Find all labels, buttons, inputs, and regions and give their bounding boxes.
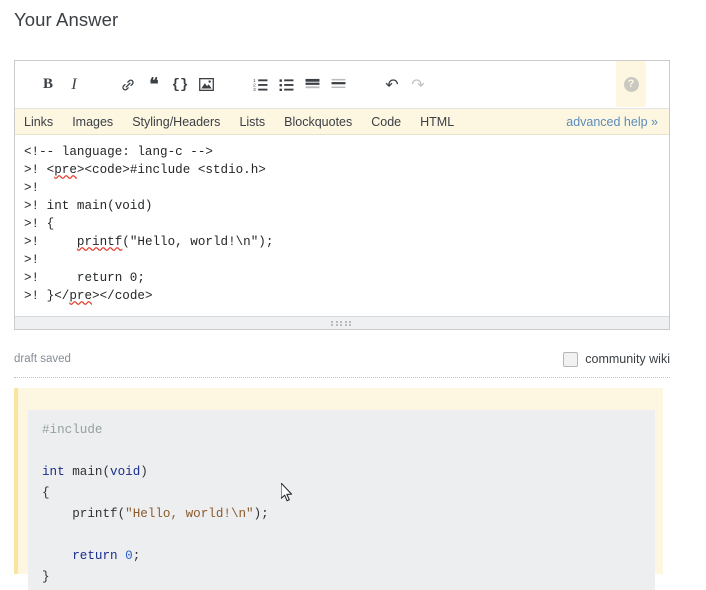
toolbar-help-strip: ? (616, 61, 646, 107)
code-token: ( (102, 465, 111, 479)
draft-saved-label: draft saved (14, 353, 71, 365)
heading-icon[interactable] (299, 72, 325, 98)
editor-text: >! (24, 181, 40, 195)
italic-icon[interactable]: I (61, 72, 87, 98)
toolbar-gap (87, 72, 115, 98)
help-link-images[interactable]: Images (72, 115, 113, 129)
help-link-code[interactable]: Code (371, 115, 401, 129)
code-token: #include (42, 423, 103, 437)
toolbar-gap (351, 72, 379, 98)
blockquote-icon[interactable]: ❝ (141, 72, 167, 98)
editor-text: ><code>#include <stdio.h> (76, 163, 266, 177)
numbered-list-icon[interactable]: 123 (247, 72, 273, 98)
code-token: return (72, 549, 118, 563)
page-title: Your Answer (14, 9, 119, 30)
link-icon[interactable] (115, 72, 141, 98)
advanced-help-link[interactable]: advanced help » (566, 115, 658, 129)
image-icon[interactable] (193, 72, 219, 98)
community-wiki-label[interactable]: community wiki (585, 352, 670, 366)
answer-preview: #include int main(void) { printf("Hello,… (14, 388, 663, 590)
bulleted-list-icon[interactable] (273, 72, 299, 98)
section-divider (14, 377, 670, 378)
editor-text: >! (24, 235, 77, 249)
editor-text: ("Hello, world!\n"); (122, 235, 274, 249)
code-token: printf (42, 507, 118, 521)
undo-icon[interactable]: ↶ (379, 72, 405, 98)
editor-status-row: draft saved community wiki (14, 348, 670, 370)
editor-text: >! }</ (24, 289, 70, 303)
editor-text: >! int main(void) (24, 199, 153, 213)
spellcheck-word: pre (54, 163, 77, 177)
bold-icon[interactable]: B (35, 72, 61, 98)
spellcheck-word: printf (76, 235, 123, 249)
editor-text: >! < (24, 163, 55, 177)
answer-editor: B I ❝{} 1 2 3 ↶ ↷ ? Links Images Styling/Headers L… (14, 60, 670, 330)
help-link-links[interactable]: Links (24, 115, 53, 129)
grip-dots-icon (331, 320, 353, 326)
editor-text: >! return 0; (24, 271, 145, 285)
code-token: ); (253, 507, 269, 521)
code-token: int (42, 465, 65, 479)
code-token: ; (132, 549, 141, 563)
toolbar-gap (219, 72, 247, 98)
help-link-styling-headers[interactable]: Styling/Headers (132, 115, 220, 129)
code-token: } (42, 570, 50, 584)
answer-textarea[interactable]: <!-- language: lang-c --> >! <pre><code>… (15, 135, 669, 316)
code-icon[interactable]: {} (167, 72, 193, 98)
code-token: { (42, 486, 50, 500)
toolbar-button-row: B I ❝{} 1 2 3 ↶ ↷ (15, 61, 431, 108)
community-wiki-checkbox[interactable] (563, 351, 579, 367)
svg-text:3: 3 (253, 87, 256, 91)
editor-resize-grip[interactable] (15, 316, 669, 329)
spellcheck-word: pre (69, 289, 93, 303)
code-token: ) (140, 465, 148, 479)
code-token: "Hello, world!\n" (125, 507, 254, 521)
editor-text: <!-- language: lang-c --> (24, 145, 213, 159)
editor-text: >! { (24, 217, 55, 231)
code-token: void (110, 465, 141, 479)
help-link-html[interactable]: HTML (420, 115, 454, 129)
editor-text: ></code> (92, 289, 153, 303)
editor-text: >! (24, 253, 40, 267)
help-link-blockquotes[interactable]: Blockquotes (284, 115, 352, 129)
preview-code-block: #include int main(void) { printf("Hello,… (28, 410, 655, 590)
horizontal-rule-icon[interactable] (325, 72, 351, 98)
help-icon[interactable]: ? (623, 76, 639, 92)
code-token: ( (117, 507, 126, 521)
redo-icon[interactable]: ↷ (405, 72, 431, 98)
code-token: main (72, 465, 103, 479)
editor-toolbar: B I ❝{} 1 2 3 ↶ ↷ ? (15, 61, 669, 109)
help-link-lists[interactable]: Lists (239, 115, 265, 129)
help-links-row: Links Images Styling/Headers Lists Blockquot… (15, 109, 669, 135)
code-token: 0 (125, 549, 133, 563)
